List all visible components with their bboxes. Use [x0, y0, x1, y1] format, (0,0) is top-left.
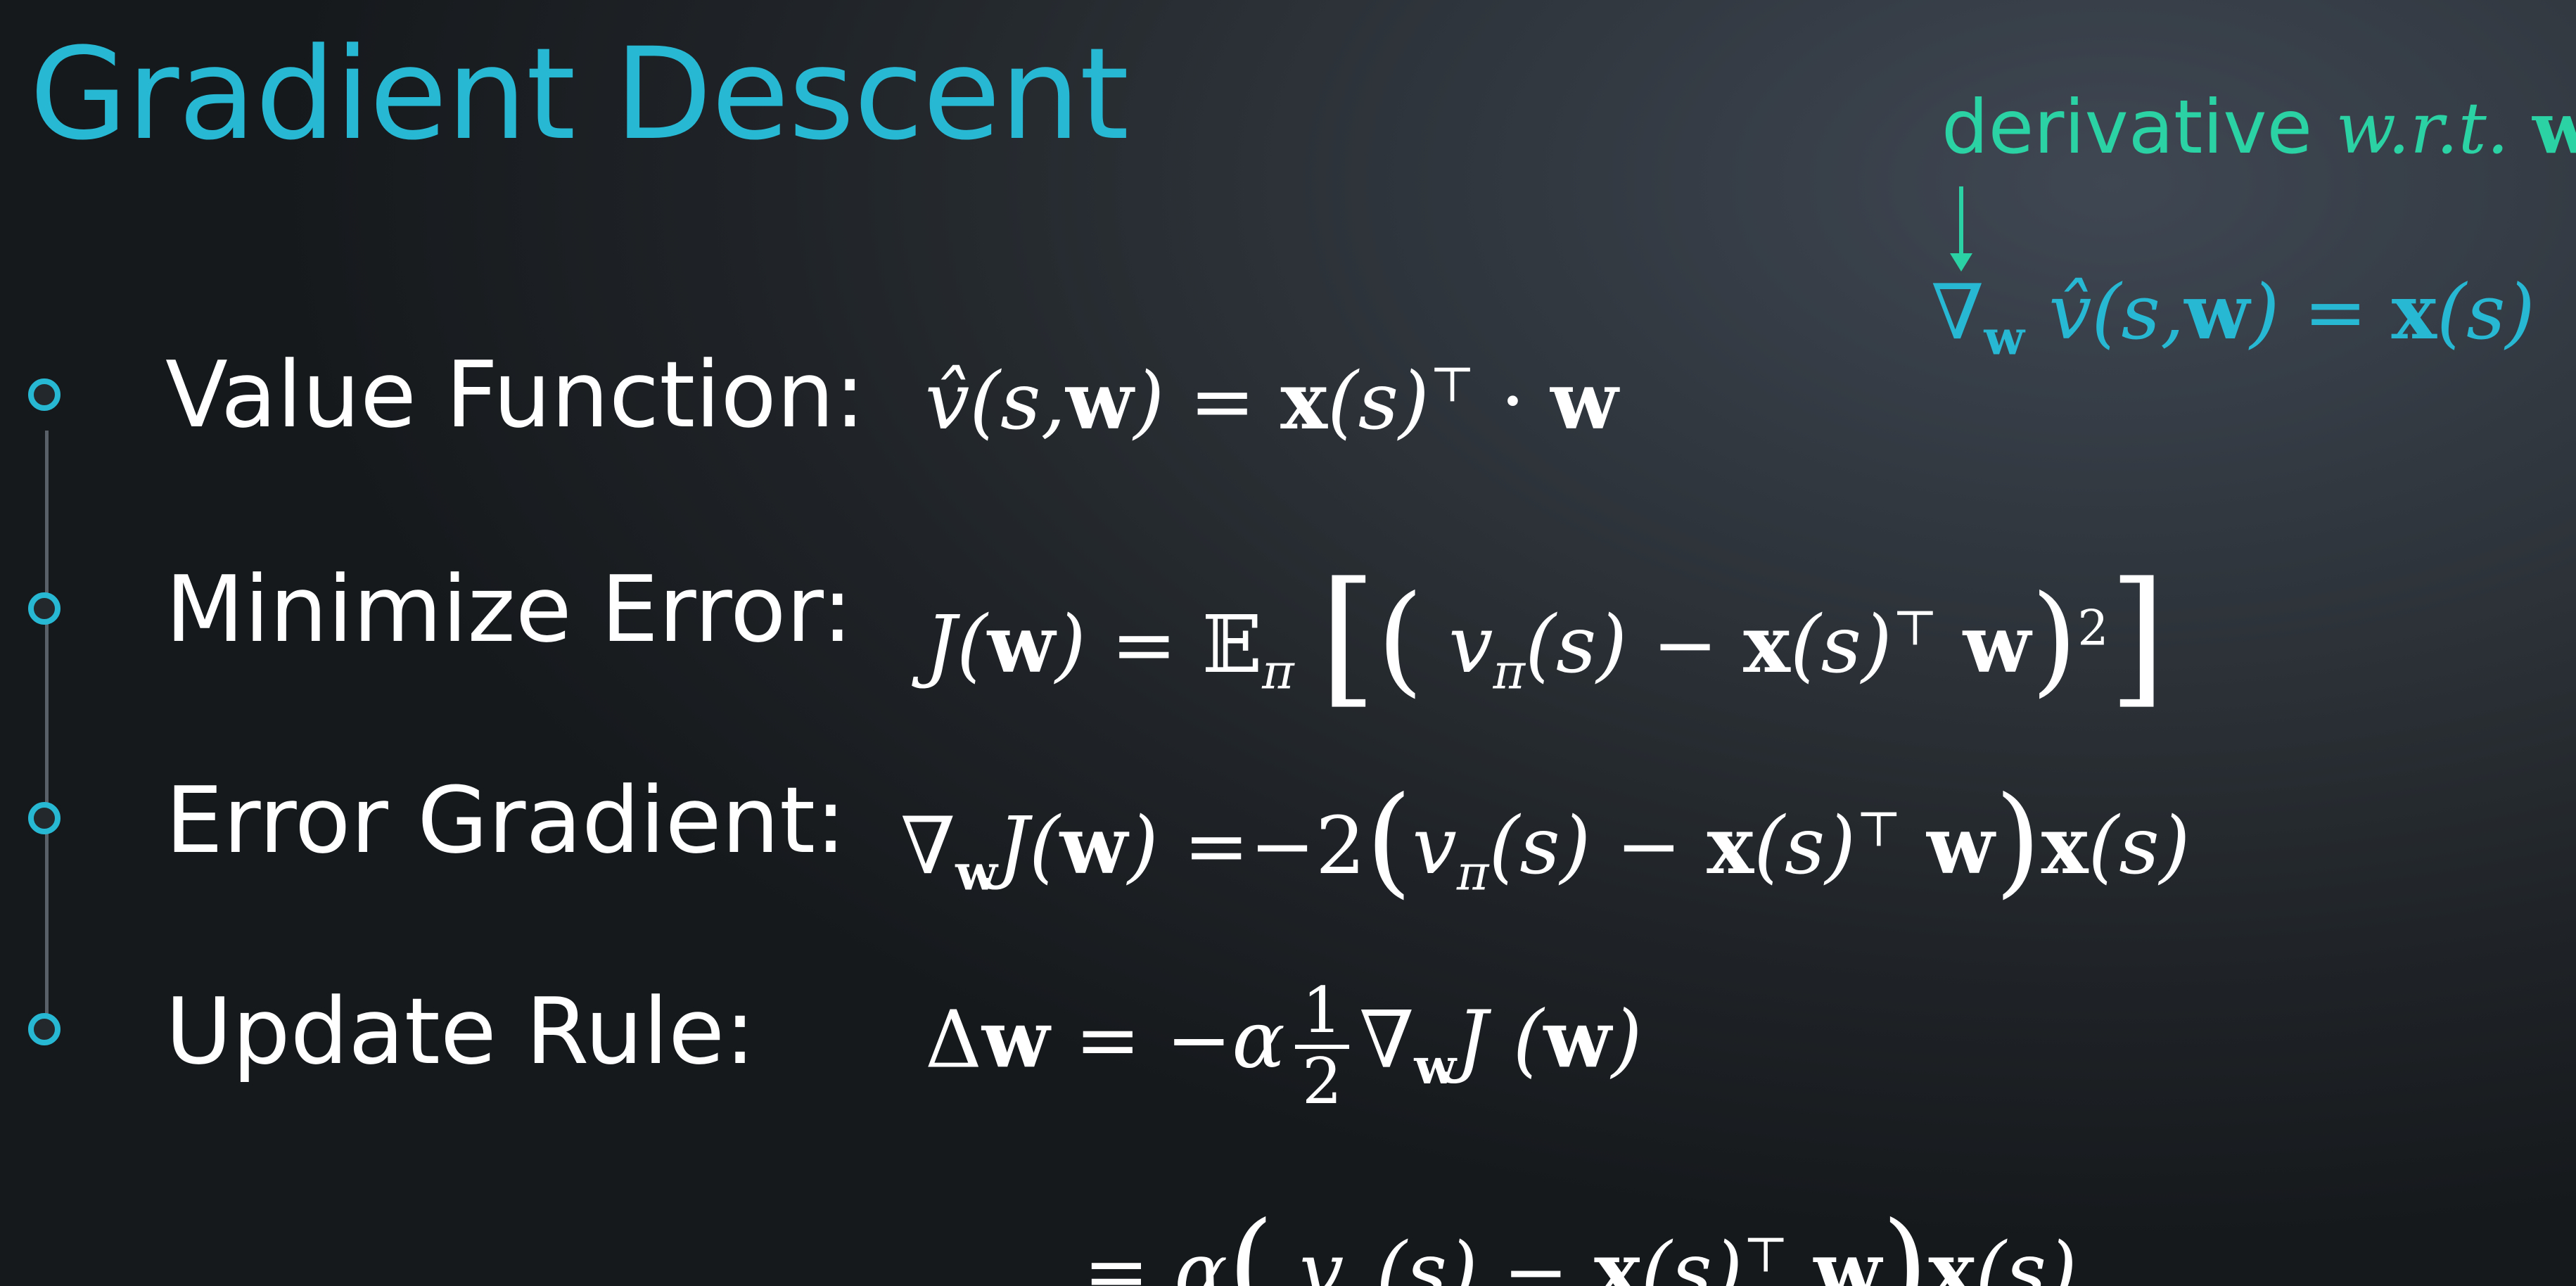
timeline-line: [45, 431, 49, 1014]
circle-bullet-icon: [28, 1013, 60, 1045]
slide: Gradient Descent derivative w.r.t. w ∇w …: [0, 0, 2576, 1286]
minimize-error-formula: J(w) = 𝔼π [( vπ(s) − x(s)⊤ w)2]: [925, 550, 2167, 722]
circle-bullet-icon: [28, 802, 60, 834]
update-rule-continuation: = α( vπ(s) − x(s)⊤ w)x(s): [1083, 1197, 2077, 1286]
update-rule-label: Update Rule:: [165, 978, 755, 1085]
annotation-text: derivative: [1941, 84, 2313, 170]
derivative-annotation: derivative w.r.t. w: [1941, 84, 2576, 170]
slide-title: Gradient Descent: [30, 21, 1129, 168]
annotation-wrt: w.r.t.: [2335, 87, 2509, 170]
circle-bullet-icon: [28, 378, 60, 411]
update-rule-formula: Δw = −α 1 2 ∇wJ (w): [925, 974, 1643, 1119]
one-half-fraction: 12: [1294, 977, 1350, 1115]
error-gradient-label: Error Gradient:: [165, 767, 846, 874]
circle-bullet-icon: [28, 592, 60, 625]
value-function-formula: v̂(s,w) = x(s)⊤ · w: [925, 355, 1619, 447]
annotation-variable: w: [2532, 87, 2576, 170]
down-arrow-icon: [1959, 186, 1963, 260]
minimize-error-label: Minimize Error:: [165, 556, 853, 663]
gradient-formula: ∇w v̂(s,w) = x(s): [1931, 268, 2535, 366]
value-function-label: Value Function:: [165, 341, 866, 448]
error-gradient-formula: ∇wJ(w) =−2(vπ(s) − x(s)⊤ w)x(s): [900, 771, 2191, 910]
